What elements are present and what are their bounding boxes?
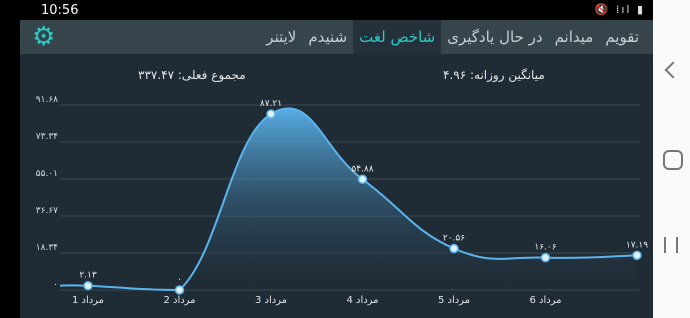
status-bar: 10:56 🔇 ⁞ıl ▮ <box>20 0 653 20</box>
tab-heard[interactable]: شنیدم <box>302 20 353 54</box>
gear-icon[interactable]: ⚙ <box>32 24 58 50</box>
status-icons: 🔇 ⁞ıl ▮ <box>594 3 645 16</box>
app-bar: ⚙ تقویم میدانم در حال یادگیری شاخص لغت ش… <box>20 20 653 54</box>
home-icon[interactable] <box>663 150 683 170</box>
chart-container <box>20 54 653 318</box>
tab-bar: تقویم میدانم در حال یادگیری شاخص لغت شنی… <box>260 20 645 54</box>
tab-leitner[interactable]: لایتنر <box>260 20 302 54</box>
back-icon[interactable] <box>664 61 682 79</box>
status-time: 10:56 <box>41 2 79 18</box>
tab-known[interactable]: میدانم <box>549 20 600 54</box>
tab-word-index[interactable]: شاخص لغت <box>353 20 442 54</box>
daily-average-label: میانگین روزانه: ۴.۹۶ <box>443 68 545 82</box>
system-nav-bar <box>653 0 690 318</box>
tab-learning[interactable]: در حال یادگیری <box>441 20 548 54</box>
tab-calendar[interactable]: تقویم <box>599 20 645 54</box>
recent-apps-icon[interactable] <box>664 237 678 253</box>
total-actual-label: مجموع فعلی: ۳۳۷.۴۷ <box>138 68 246 82</box>
left-screen-edge <box>0 0 20 318</box>
